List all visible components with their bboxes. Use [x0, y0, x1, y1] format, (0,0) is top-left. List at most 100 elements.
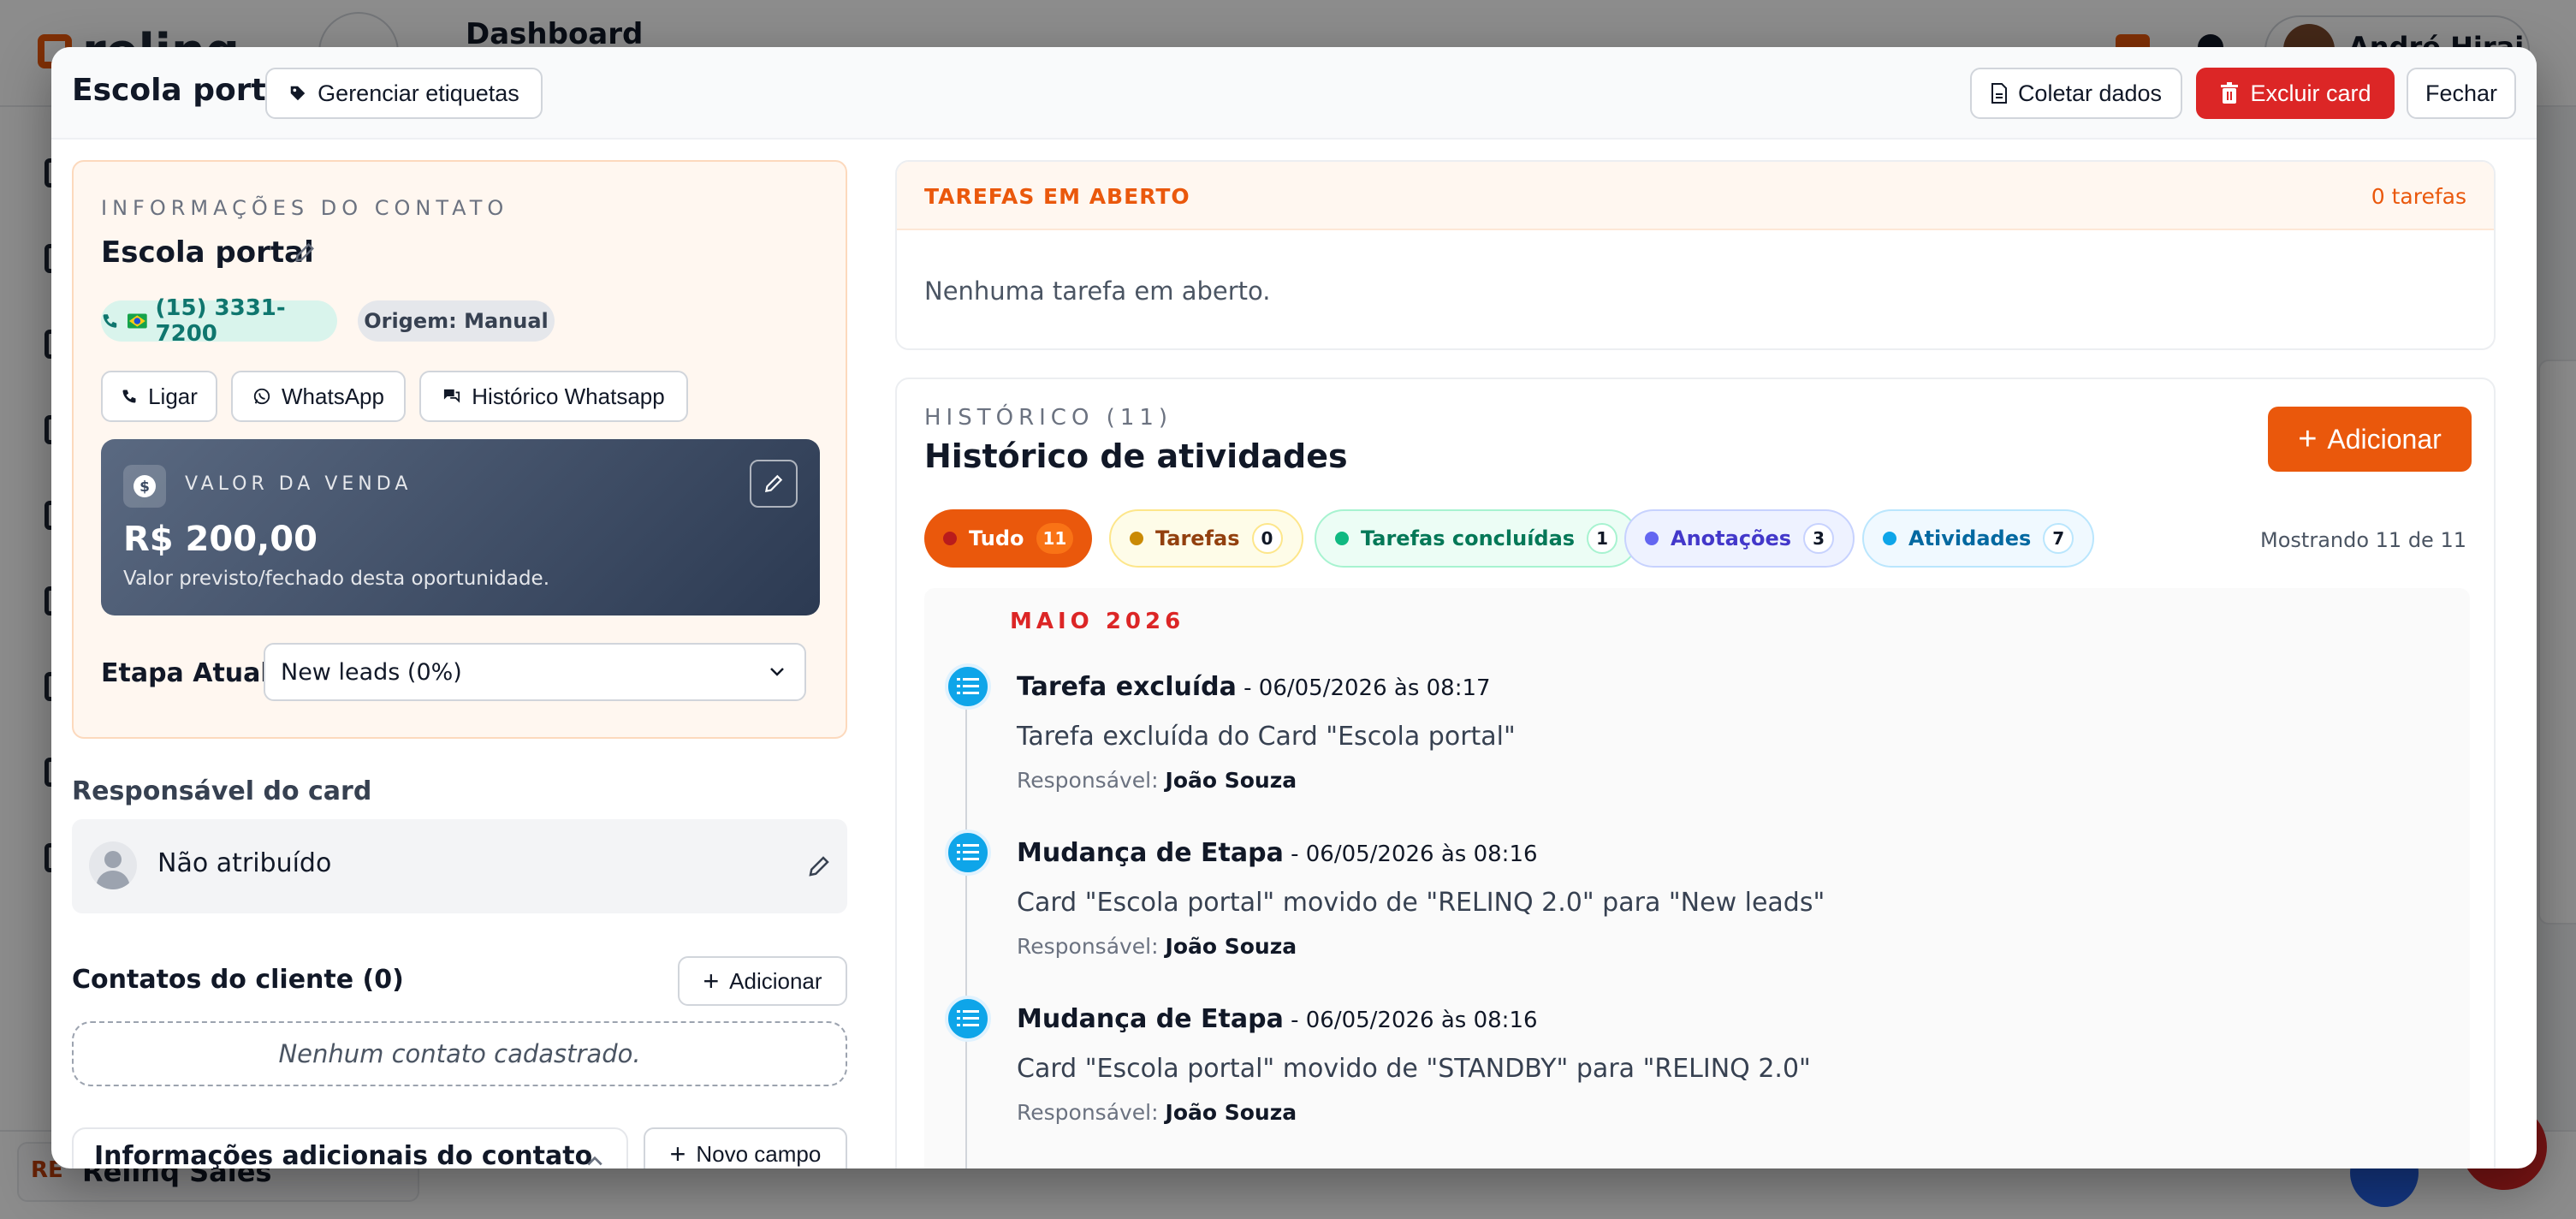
entry-responsible: Responsável: João Souza [1017, 934, 1297, 959]
whatsapp-history-button[interactable]: Histórico Whatsapp [419, 371, 688, 422]
history-timeline: MAIO 2026 Tarefa excluída - 06/05/2026 à… [924, 588, 2470, 1168]
whatsapp-history-label: Histórico Whatsapp [472, 383, 665, 409]
history-overline: HISTÓRICO (11) [924, 405, 1173, 431]
add-activity-label: Adicionar [2327, 423, 2442, 455]
contact-info-card: INFORMAÇÕES DO CONTATO Escola portal (15… [72, 160, 847, 739]
new-field-button[interactable]: + Novo campo [644, 1127, 847, 1168]
close-button[interactable]: Fechar [2407, 68, 2516, 119]
sale-value: R$ 200,00 [123, 520, 318, 559]
stage-label: Etapa Atual: [101, 658, 280, 688]
list-icon [945, 663, 991, 710]
delete-card-button[interactable]: Excluir card [2196, 68, 2395, 119]
phone-icon [103, 314, 117, 328]
stage-value: New leads (0%) [281, 658, 462, 686]
call-button[interactable]: Ligar [101, 371, 217, 422]
new-field-label: Novo campo [696, 1140, 822, 1167]
open-tasks-empty: Nenhuma tarefa em aberto. [924, 277, 1271, 306]
filter-count: 0 [1251, 523, 1283, 554]
timeline-entry-header: Mudança de Etapa - 06/05/2026 às 08:16 [1017, 1004, 1538, 1034]
phone-icon [122, 389, 136, 403]
document-icon [1991, 83, 2007, 104]
entry-title: Mudança de Etapa [1017, 838, 1284, 868]
chat-bubbles-icon [444, 389, 460, 403]
entry-date: - 06/05/2026 às 08:16 [1283, 841, 1538, 867]
list-icon [945, 996, 991, 1042]
stage-select[interactable]: New leads (0%) [264, 643, 806, 701]
responsible-prefix: Responsável: [1017, 1100, 1159, 1125]
entry-title: Tarefa excluída [1017, 672, 1237, 702]
sale-value-card: $ VALOR DA VENDA R$ 200,00 Valor previst… [101, 439, 820, 615]
add-contact-label: Adicionar [729, 967, 822, 994]
add-contact-button[interactable]: + Adicionar [678, 956, 847, 1006]
brazil-flag-icon [127, 313, 147, 329]
contact-section-label: INFORMAÇÕES DO CONTATO [101, 196, 509, 220]
responsible-name: Não atribuído [157, 848, 332, 878]
chevron-down-icon [770, 668, 784, 676]
filter-dot [1883, 532, 1896, 545]
responsible-prefix: Responsável: [1017, 768, 1159, 793]
responsible-name: João Souza [1165, 768, 1297, 793]
filter-label: Tarefas concluídas [1361, 526, 1576, 550]
entry-responsible: Responsável: João Souza [1017, 1100, 1297, 1125]
trash-icon [2221, 82, 2239, 104]
whatsapp-button[interactable]: WhatsApp [231, 371, 406, 422]
contact-name: Escola portal [101, 235, 314, 270]
filter-count: 11 [1036, 523, 1074, 554]
edit-name-icon[interactable] [293, 241, 317, 265]
entry-responsible: Responsável: João Souza [1017, 768, 1297, 793]
sale-value-label: VALOR DA VENDA [185, 473, 413, 495]
plus-icon: + [669, 1139, 686, 1168]
additional-info-accordion[interactable]: Informações adicionais do contato [72, 1127, 628, 1168]
entry-description: Tarefa excluída do Card "Escola portal" [1017, 722, 1516, 752]
plus-icon: + [703, 966, 720, 996]
whatsapp-icon [253, 388, 270, 405]
filter-dot [943, 532, 957, 545]
filter-dot [1335, 532, 1349, 545]
contacts-empty-state: Nenhum contato cadastrado. [72, 1021, 847, 1086]
responsible-title: Responsável do card [72, 776, 372, 806]
showing-count: Mostrando 11 de 11 [2260, 528, 2466, 552]
filter-completed-tasks[interactable]: Tarefas concluídas 1 [1315, 509, 1639, 568]
collect-data-button[interactable]: Coletar dados [1970, 68, 2182, 119]
pencil-icon [764, 474, 783, 493]
filter-all[interactable]: Tudo 11 [924, 509, 1093, 568]
card-modal: Escola portal Gerenciar etiquetas Coleta… [51, 47, 2537, 1168]
timeline-month: MAIO 2026 [1010, 609, 1185, 634]
entry-date: - 06/05/2026 às 08:16 [1283, 1008, 1538, 1033]
manage-tags-button[interactable]: Gerenciar etiquetas [265, 68, 543, 119]
client-contacts-title: Contatos do cliente (0) [72, 965, 404, 995]
edit-sale-button[interactable] [750, 460, 798, 508]
plus-icon: + [2298, 421, 2318, 457]
filter-notes[interactable]: Anotações 3 [1624, 509, 1855, 568]
entry-description: Card "Escola portal" movido de "RELINQ 2… [1017, 888, 1825, 918]
filter-count: 1 [1587, 523, 1618, 554]
filter-dot [1130, 532, 1143, 545]
edit-responsible-icon[interactable] [806, 853, 832, 879]
modal-title: Escola portal [72, 73, 298, 108]
filter-tasks[interactable]: Tarefas 0 [1109, 509, 1303, 568]
modal-header: Escola portal Gerenciar etiquetas Coleta… [51, 47, 2537, 140]
open-tasks-card: TAREFAS EM ABERTO 0 tarefas Nenhuma tare… [895, 160, 2496, 350]
dollar-icon: $ [123, 465, 166, 508]
filter-label: Tarefas [1155, 526, 1240, 550]
entry-date: - 06/05/2026 às 08:17 [1236, 675, 1491, 701]
filter-count: 3 [1803, 523, 1835, 554]
filter-label: Atividades [1908, 526, 2032, 550]
phone-number: (15) 3331-7200 [155, 295, 286, 347]
filter-label: Anotações [1671, 526, 1792, 550]
history-title: Histórico de atividades [924, 437, 1348, 475]
sale-description: Valor previsto/fechado desta oportunidad… [123, 568, 550, 590]
entry-description: Card "Escola portal" movido de "STANDBY"… [1017, 1054, 1811, 1084]
responsible-prefix: Responsável: [1017, 934, 1159, 959]
open-tasks-title: TAREFAS EM ABERTO [924, 184, 1190, 209]
add-activity-button[interactable]: + Adicionar [2268, 407, 2472, 472]
call-label: Ligar [148, 383, 198, 409]
filter-activities[interactable]: Atividades 7 [1862, 509, 2095, 568]
collect-data-label: Coletar dados [2017, 80, 2163, 106]
tag-icon [290, 86, 306, 101]
filter-count: 7 [2043, 523, 2074, 554]
origin-badge: Origem: Manual [358, 300, 555, 342]
list-icon [945, 830, 991, 876]
phone-badge[interactable]: (15) 3331-7200 [101, 295, 337, 347]
timeline-line [965, 674, 967, 1168]
